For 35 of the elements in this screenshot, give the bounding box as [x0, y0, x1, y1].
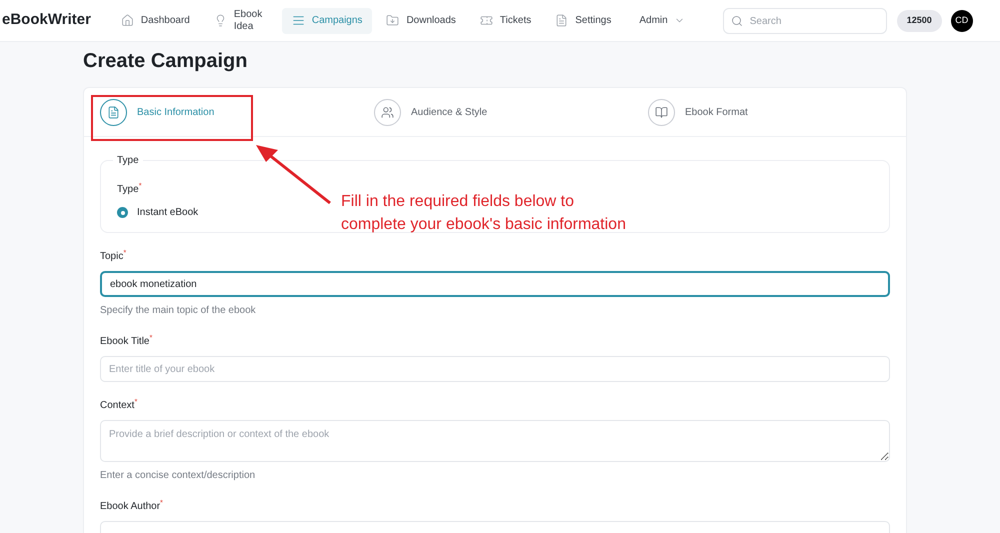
- nav-item[interactable]: Ebook Idea: [204, 8, 278, 34]
- nav-item[interactable]: Dashboard: [110, 8, 200, 34]
- input-field[interactable]: Enter title of your ebook: [100, 356, 890, 382]
- field-label: Ebook Title$^{*}$: [100, 336, 152, 347]
- annotation-text: Fill in the required fields below to complete your ebook's basic information: [341, 192, 626, 235]
- group-legend: Type: [117, 155, 139, 166]
- folder-icon: [386, 14, 400, 27]
- nav-item[interactable]: Admin: [625, 8, 699, 34]
- home-icon: [120, 14, 134, 27]
- avatar[interactable]: CD: [950, 10, 973, 32]
- page-title: Create Campaign: [83, 49, 248, 74]
- nav-item[interactable]: Tickets: [470, 8, 542, 34]
- search-icon: [730, 14, 743, 26]
- document-icon: [555, 14, 568, 27]
- nav-item[interactable]: Settings: [545, 8, 622, 34]
- list-icon: [292, 14, 305, 27]
- field-label: Topic$^{*}$: [100, 251, 126, 262]
- field-label: Ebook Author$^{*}$: [100, 501, 163, 512]
- app-logo[interactable]: eBookWriter: [2, 9, 91, 32]
- field-hint: Enter a concise context/description: [100, 470, 256, 481]
- field-hint: Specify the main topic of the ebook: [100, 305, 256, 316]
- users-icon: [374, 98, 401, 126]
- step-tab[interactable]: Basic Information: [84, 88, 358, 136]
- book-icon: [648, 98, 675, 126]
- input-field[interactable]: ebook monetization: [100, 271, 890, 297]
- credits-badge: 12500: [896, 10, 942, 32]
- step-tab[interactable]: Audience & Style: [358, 88, 632, 136]
- document-icon: [100, 98, 127, 126]
- field-label: Context$^{*}$: [100, 400, 138, 411]
- search-field[interactable]: Search: [722, 8, 887, 34]
- step-tab[interactable]: Ebook Format: [632, 88, 906, 136]
- ticket-icon: [480, 14, 493, 27]
- field-label: Type$^{*}$: [117, 184, 142, 195]
- nav-item[interactable]: Downloads: [376, 8, 466, 34]
- text-area[interactable]: Provide a brief description or context of the ebook: [100, 420, 890, 462]
